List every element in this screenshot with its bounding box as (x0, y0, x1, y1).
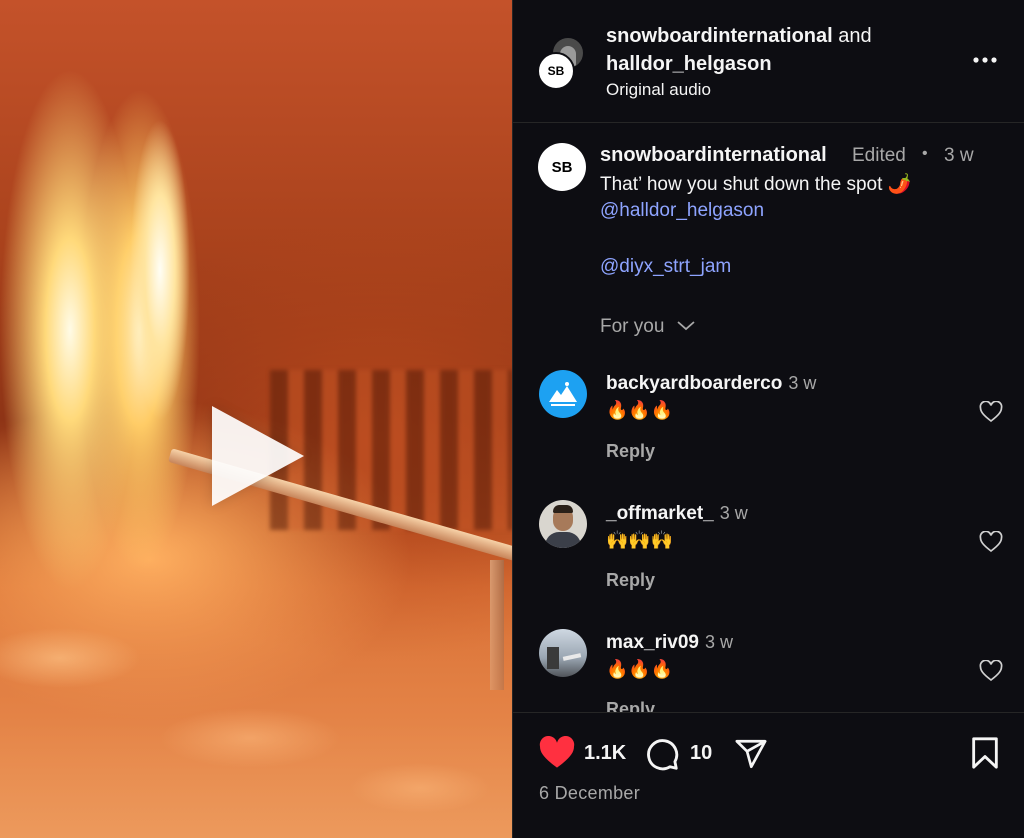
caption-time: 3 w (944, 145, 974, 166)
comment-avatar[interactable] (539, 629, 587, 677)
video-player[interactable] (0, 0, 512, 838)
comment-icon[interactable] (644, 736, 680, 777)
caption-edited-label: Edited (852, 145, 906, 166)
caption-text: That’ how you shut down the spot 🌶️ (600, 174, 912, 195)
post-date: 6 December (539, 783, 641, 803)
and-text: and (838, 25, 872, 47)
comment-header: _offmarket_ 3 w (606, 503, 748, 525)
comment-time: 3 w (719, 503, 748, 523)
heart-icon[interactable] (979, 400, 1003, 428)
post-viewer: SB snowboardinternational and halldor_he… (0, 0, 1024, 838)
caption-avatar-text: SB (551, 158, 573, 176)
collab-names: snowboardinternational and halldor_helga… (606, 22, 872, 78)
like-icon[interactable] (538, 735, 576, 775)
heart-icon[interactable] (979, 530, 1003, 558)
like-count[interactable]: 1.1K (584, 742, 626, 765)
owner-username[interactable]: snowboardinternational (606, 25, 833, 47)
action-bar-divider (513, 712, 1024, 713)
save-bookmark-icon[interactable] (970, 736, 1000, 775)
comment-avatar[interactable] (539, 500, 587, 548)
comment-text: 🔥🔥🔥 (606, 400, 674, 420)
comment-username[interactable]: max_riv09 (606, 632, 699, 653)
heart-icon[interactable] (979, 659, 1003, 687)
comment-header: backyardboarderco 3 w (606, 373, 816, 395)
video-rider (125, 120, 195, 450)
reply-button[interactable]: Reply (606, 570, 655, 591)
comment-text: 🔥🔥🔥 (606, 659, 674, 679)
collab-username[interactable]: halldor_helgason (606, 53, 772, 75)
caption-dot: • (922, 145, 928, 162)
share-icon[interactable] (733, 737, 769, 776)
comment-time: 3 w (788, 373, 817, 393)
play-icon[interactable] (212, 406, 304, 506)
for-you-label: For you (600, 316, 665, 337)
comment-time: 3 w (704, 632, 733, 652)
owner-avatar-text: SB (547, 64, 565, 78)
owner-avatar[interactable]: SB (537, 52, 575, 90)
comment-username[interactable]: _offmarket_ (606, 503, 714, 524)
audio-link[interactable]: Original audio (606, 80, 711, 100)
comment-avatar[interactable] (539, 370, 587, 418)
chevron-down-icon (677, 321, 695, 331)
comment-text: 🙌🙌🙌 (606, 530, 674, 550)
for-you-dropdown[interactable]: For you (600, 316, 696, 338)
caption-avatar[interactable]: SB (538, 143, 586, 191)
reply-button[interactable]: Reply (606, 441, 655, 462)
video-snow (0, 538, 512, 838)
comment-header: max_riv09 3 w (606, 632, 733, 654)
comment-count: 10 (690, 742, 713, 764)
comment-username[interactable]: backyardboarderco (606, 373, 782, 394)
caption-mention-halldor[interactable]: @halldor_helgason (600, 200, 764, 222)
video-crowd (270, 370, 512, 530)
caption-username[interactable]: snowboardinternational (600, 144, 827, 167)
more-options-icon[interactable] (972, 52, 998, 70)
backyard-logo-icon (549, 382, 577, 406)
caption-mention-diyx[interactable]: @diyx_strt_jam (600, 256, 731, 278)
